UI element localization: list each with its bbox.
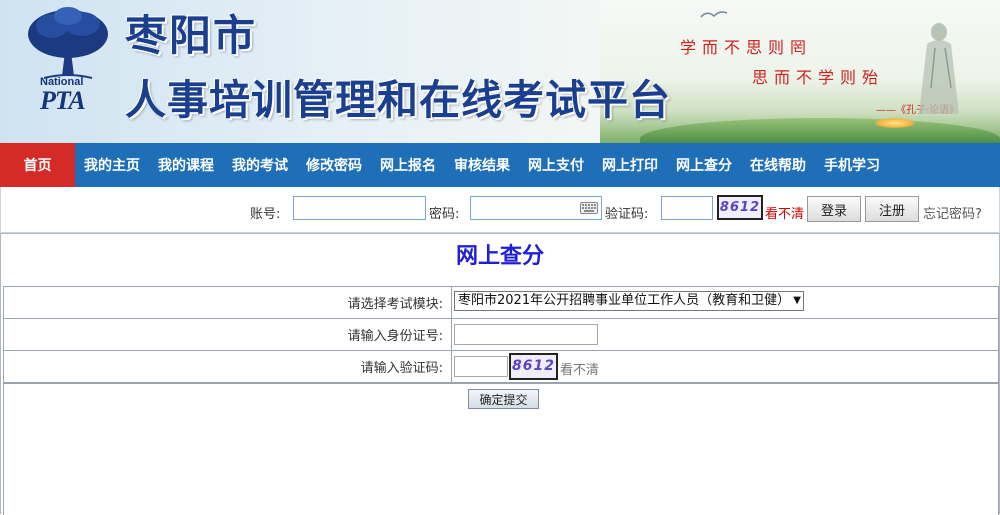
login-bar: 账号: 密码: 验证码: 8612 看不清 登录 注册 忘记密码? — [0, 187, 1000, 233]
form-row-id-number: 请输入身份证号: — [3, 318, 999, 351]
query-captcha-refresh-link[interactable]: 看不清 — [560, 359, 599, 378]
nav-my-exams[interactable]: 我的考试 — [223, 143, 297, 187]
dropdown-arrow-icon: ▼ — [791, 292, 801, 310]
score-query-panel: 网上查分 请选择考试模块: 枣阳市2021年公开招聘事业单位工作人员（教育和卫健… — [0, 233, 1000, 515]
exam-module-selected-value: 枣阳市2021年公开招聘事业单位工作人员（教育和卫健） — [458, 293, 791, 308]
nav-home[interactable]: 首页 — [0, 143, 75, 187]
exam-module-label: 请选择考试模块: — [3, 286, 452, 319]
password-input[interactable] — [470, 196, 602, 220]
header-banner: National PTA 枣阳市 人事培训管理和在线考试平台 学而不思则罔 思而… — [0, 0, 1000, 143]
keyboard-icon[interactable] — [580, 202, 598, 214]
quote-line-1: 学而不思则罔 — [680, 38, 813, 57]
exam-module-select[interactable]: 枣阳市2021年公开招聘事业单位工作人员（教育和卫健） ▼ — [454, 291, 804, 311]
query-captcha-label: 请输入验证码: — [3, 350, 452, 383]
login-captcha-refresh-link[interactable]: 看不清 — [765, 203, 804, 222]
logo-text-pta: PTA — [40, 86, 86, 115]
nav-online-payment[interactable]: 网上支付 — [519, 143, 593, 187]
login-captcha-image[interactable]: 8612 — [717, 195, 763, 220]
form-row-exam-module: 请选择考试模块: 枣阳市2021年公开招聘事业单位工作人员（教育和卫健） ▼ — [3, 286, 999, 319]
bird-icon — [700, 11, 728, 18]
id-number-label: 请输入身份证号: — [3, 318, 452, 351]
login-captcha-input[interactable] — [661, 196, 713, 220]
banner-title-city: 枣阳市 — [125, 11, 258, 60]
nav-review-results[interactable]: 审核结果 — [445, 143, 519, 187]
nav-score-query[interactable]: 网上查分 — [667, 143, 741, 187]
id-number-input[interactable] — [454, 324, 598, 345]
nav-online-registration[interactable]: 网上报名 — [371, 143, 445, 187]
query-captcha-image[interactable]: 8612 — [509, 353, 558, 380]
register-button[interactable]: 注册 — [865, 196, 919, 222]
nav-change-password[interactable]: 修改密码 — [297, 143, 371, 187]
query-captcha-input[interactable] — [454, 356, 508, 377]
nav-my-homepage[interactable]: 我的主页 — [75, 143, 149, 187]
submit-area: 确定提交 — [3, 383, 999, 515]
password-label: 密码: — [429, 207, 460, 222]
main-nav: 首页 我的主页 我的课程 我的考试 修改密码 网上报名 审核结果 网上支付 网上… — [0, 143, 1000, 187]
nav-mobile-learning[interactable]: 手机学习 — [815, 143, 889, 187]
quote-line-2: 思而不学则殆 — [752, 68, 885, 87]
confucius-figure-icon — [919, 23, 959, 114]
submit-button[interactable]: 确定提交 — [468, 389, 539, 409]
form-row-captcha: 请输入验证码: 8612 看不清 — [3, 350, 999, 383]
account-label: 账号: — [250, 207, 281, 222]
account-input[interactable] — [293, 196, 426, 220]
forgot-password-link[interactable]: 忘记密码? — [923, 203, 982, 222]
login-button[interactable]: 登录 — [807, 196, 861, 222]
page-title: 网上查分 — [455, 244, 544, 269]
nav-my-courses[interactable]: 我的课程 — [149, 143, 223, 187]
banner-sunset — [875, 118, 915, 128]
banner-title-main: 人事培训管理和在线考试平台 — [125, 76, 671, 124]
score-query-form: 请选择考试模块: 枣阳市2021年公开招聘事业单位工作人员（教育和卫健） ▼ 请… — [3, 286, 999, 383]
nav-online-help[interactable]: 在线帮助 — [741, 143, 815, 187]
nav-online-print[interactable]: 网上打印 — [593, 143, 667, 187]
captcha-label: 验证码: — [605, 207, 649, 222]
